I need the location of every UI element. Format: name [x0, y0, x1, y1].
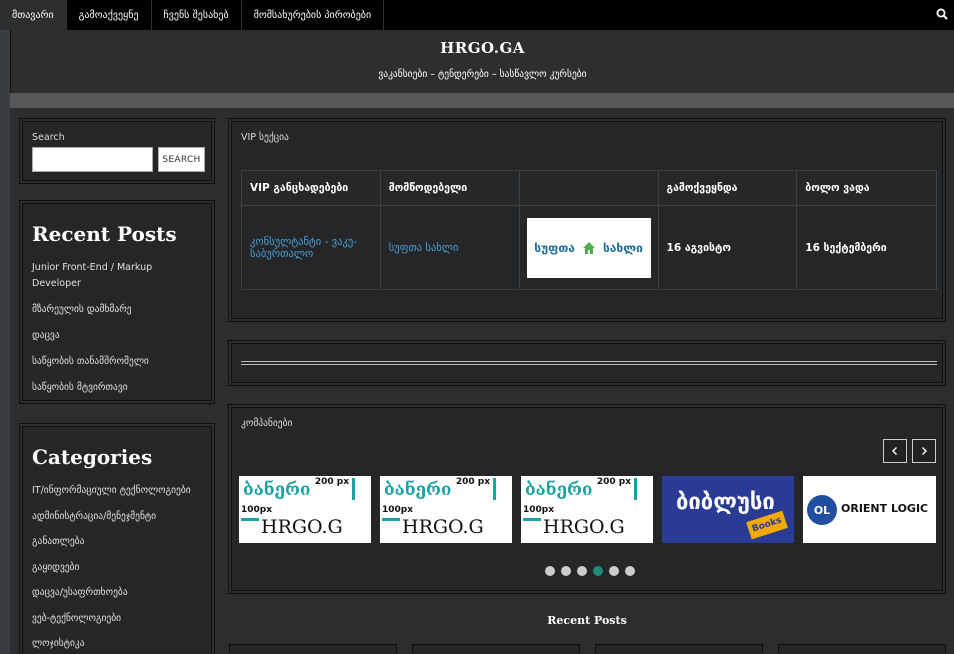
- arrow-left-icon: [241, 518, 259, 521]
- house-icon: [582, 241, 595, 254]
- banner-site: HRGO.G: [261, 516, 343, 538]
- vip-section: VIP სექცია VIP განცხადებები მომწოდებელი …: [231, 121, 943, 319]
- recent-post-card[interactable]: [229, 644, 397, 654]
- carousel-slide-banner[interactable]: ბანერი 200 px 100px HRGO.G: [521, 476, 653, 543]
- vip-published-date: 16 აგვისტო: [657, 205, 798, 290]
- banner-width-label: 200 px: [314, 477, 349, 487]
- banner-height-label: 100px: [523, 505, 555, 515]
- vip-job-title-link[interactable]: კონსულტანტი - ვაკუ-საბურთალო: [241, 205, 381, 290]
- banner-title: ბანერი: [525, 480, 593, 500]
- carousel-next-button[interactable]: [912, 439, 936, 463]
- chevron-left-icon: [892, 447, 897, 455]
- categories-title: Categories: [32, 445, 153, 469]
- search-button[interactable]: SEARCH: [158, 147, 205, 172]
- banner-height-label: 100px: [241, 505, 273, 515]
- carousel-dot[interactable]: [625, 566, 635, 576]
- logo-text-left: სუფთა: [534, 240, 575, 255]
- recent-posts-title: Recent Posts: [32, 222, 177, 246]
- category-link[interactable]: გაყიდვები: [32, 560, 204, 576]
- banner-width-label: 200 px: [455, 477, 490, 487]
- column-header: VIP განცხადებები: [241, 170, 381, 206]
- bottom-recent-posts-heading: Recent Posts: [547, 614, 627, 627]
- category-link[interactable]: ლოჯისტიკა: [32, 636, 204, 652]
- column-header: გამოქვეყნდა: [657, 170, 798, 206]
- column-header: მომწოდებელი: [379, 170, 520, 206]
- category-link[interactable]: დაცვა/უსაფრთხოება: [32, 585, 204, 601]
- categories-widget: Categories IT/ინფორმაციული ტექნოლოგიები …: [22, 426, 212, 654]
- separator-section: [231, 343, 943, 383]
- site-header: HRGO.GA ვაკანსიები – ტენდერები – სასწავლ…: [10, 30, 954, 93]
- carousel-slide-bibliusi[interactable]: ბიბლუსი Books: [662, 476, 794, 543]
- site-title[interactable]: HRGO.GA: [11, 39, 954, 57]
- orient-logic-text: ORIENT LOGIC: [841, 502, 929, 515]
- search-widget: Search SEARCH: [22, 121, 212, 181]
- carousel-slide-orient-logic[interactable]: OL ORIENT LOGIC: [803, 476, 936, 543]
- nav-item-terms[interactable]: მომსახურების პირობები: [242, 0, 385, 30]
- companies-label: კომპანიები: [241, 418, 293, 429]
- bibliusi-logo-text: ბიბლუსი: [676, 490, 775, 515]
- recent-post-link[interactable]: დაცვა: [32, 328, 204, 344]
- carousel-dot[interactable]: [609, 566, 619, 576]
- carousel-prev-button[interactable]: [883, 439, 907, 463]
- arrow-up-icon: [352, 478, 355, 500]
- recent-post-link[interactable]: საწყობის თანამშრომელი: [32, 354, 204, 370]
- recent-post-link[interactable]: Junior Front-End / Markup Developer: [32, 260, 204, 292]
- banner-height-label: 100px: [382, 505, 414, 515]
- banner-title: ბანერი: [243, 480, 311, 500]
- category-link[interactable]: ადმინისტრაცია/მენეჯმენტი: [32, 509, 204, 525]
- search-input[interactable]: [32, 147, 153, 172]
- carousel-slide-banner[interactable]: ბანერი 200 px 100px HRGO.G: [380, 476, 512, 543]
- companies-section: კომპანიები ბანერი 200 px 100px HRGO.G ბა…: [231, 407, 943, 591]
- column-header: ბოლო ვადა: [796, 170, 937, 206]
- header-divider: [10, 93, 954, 108]
- category-link[interactable]: ვებ-ტექნოლოგიები: [32, 611, 204, 627]
- nav-item-home[interactable]: მთავარი: [0, 0, 67, 30]
- logo-text-right: სახლი: [602, 240, 643, 255]
- vip-table: VIP განცხადებები მომწოდებელი გამოქვეყნდა…: [241, 170, 937, 290]
- orient-logic-mark: OL: [807, 495, 837, 525]
- categories-list: IT/ინფორმაციული ტექნოლოგიები ადმინისტრაც…: [32, 483, 204, 652]
- vip-logo-cell: სუფთა სახლი: [518, 205, 659, 290]
- banner-site: HRGO.G: [402, 516, 484, 538]
- table-header-row: VIP განცხადებები მომწოდებელი გამოქვეყნდა…: [241, 170, 937, 206]
- site-tagline: ვაკანსიები – ტენდერები – სასწავლო კურსებ…: [378, 69, 587, 80]
- search-label: Search: [32, 132, 65, 143]
- category-link[interactable]: IT/ინფორმაციული ტექნოლოგიები: [32, 483, 204, 499]
- nav-item-about[interactable]: ჩვენს შესახებ: [152, 0, 242, 30]
- carousel-dot-active[interactable]: [593, 566, 603, 576]
- carousel-pagination: [545, 566, 635, 576]
- carousel-dot[interactable]: [577, 566, 587, 576]
- column-header: [518, 170, 659, 206]
- vip-section-label: VIP სექცია: [241, 132, 289, 143]
- table-row: კონსულტანტი - ვაკუ-საბურთალო სუფთა სახლი…: [241, 205, 937, 290]
- banner-site: HRGO.G: [543, 516, 625, 538]
- banner-width-label: 200 px: [596, 477, 631, 487]
- recent-posts-list: Junior Front-End / Markup Developer მზარ…: [32, 260, 204, 396]
- carousel-dot[interactable]: [545, 566, 555, 576]
- horizontal-rule: [241, 361, 937, 365]
- chevron-right-icon: [922, 447, 927, 455]
- carousel-dot[interactable]: [561, 566, 571, 576]
- arrow-left-icon: [523, 518, 541, 521]
- search-icon[interactable]: [936, 8, 948, 20]
- sufta-sakhli-logo[interactable]: სუფთა სახლი: [526, 217, 651, 278]
- arrow-up-icon: [493, 478, 496, 500]
- arrow-up-icon: [634, 478, 637, 500]
- recent-post-link[interactable]: მზარეულის დამხმარე: [32, 302, 204, 318]
- arrow-left-icon: [382, 518, 400, 521]
- carousel-slide-banner[interactable]: ბანერი 200 px 100px HRGO.G: [239, 476, 371, 543]
- vip-deadline-date: 16 სექტემბერი: [796, 205, 937, 290]
- recent-post-link[interactable]: საწყობის მტვირთავი: [32, 380, 204, 396]
- recent-post-card[interactable]: [778, 644, 946, 654]
- category-link[interactable]: განათლება: [32, 534, 204, 550]
- banner-title: ბანერი: [384, 480, 452, 500]
- vip-provider-link[interactable]: სუფთა სახლი: [379, 205, 520, 290]
- recent-post-card[interactable]: [595, 644, 763, 654]
- recent-posts-widget: Recent Posts Junior Front-End / Markup D…: [22, 203, 212, 401]
- nav-item-publish[interactable]: გამოაქვეყნე: [67, 0, 152, 30]
- top-navigation: მთავარი გამოაქვეყნე ჩვენს შესახებ მომსახ…: [0, 0, 954, 30]
- recent-post-card[interactable]: [412, 644, 580, 654]
